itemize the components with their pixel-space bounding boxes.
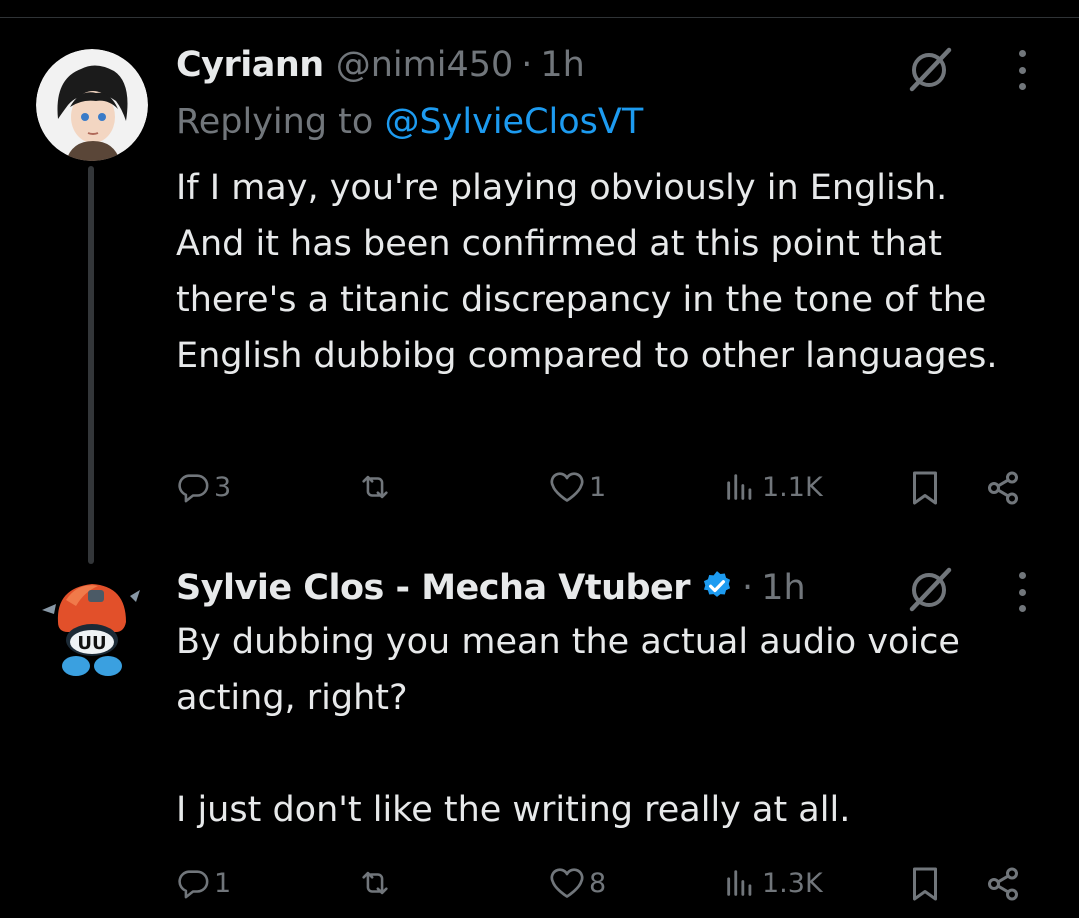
grok-icon[interactable]	[905, 44, 955, 94]
action-bar: 1 8 1.3K	[176, 866, 1036, 906]
views-icon	[727, 870, 752, 896]
reply-button[interactable]: 3	[176, 470, 231, 504]
views-button[interactable]: 1.3K	[722, 866, 823, 900]
user-handle[interactable]: @nimi450	[336, 45, 514, 85]
tweet-sylvie[interactable]: UU Sylvie Clos - Mecha Vtuber · 1h By du…	[0, 560, 1079, 918]
avatar[interactable]	[36, 49, 148, 161]
more-icon[interactable]	[1016, 572, 1028, 612]
mention-link[interactable]: @SylvieClosVT	[384, 102, 643, 142]
timestamp[interactable]: 1h	[761, 568, 805, 608]
action-bar: 3 1 1.1K	[176, 470, 1036, 510]
share-button[interactable]	[984, 470, 1022, 506]
views-icon	[727, 474, 752, 500]
grok-icon[interactable]	[905, 564, 955, 614]
retweet-icon	[362, 475, 388, 499]
bookmark-icon	[913, 867, 937, 901]
verified-badge-icon[interactable]	[700, 569, 734, 603]
reply-button[interactable]: 1	[176, 866, 231, 900]
view-count: 1.1K	[762, 471, 823, 503]
retweet-button[interactable]	[356, 866, 398, 900]
separator-dot: ·	[521, 45, 533, 85]
like-count: 8	[589, 867, 607, 899]
bookmark-icon	[913, 471, 937, 505]
avatar[interactable]: UU	[36, 570, 148, 682]
separator-dot: ·	[742, 568, 754, 608]
reply-count: 3	[214, 471, 232, 503]
more-icon[interactable]	[1016, 50, 1028, 90]
bookmark-button[interactable]	[909, 470, 941, 506]
share-button[interactable]	[984, 866, 1022, 902]
display-name[interactable]: Cyriann	[176, 45, 324, 85]
share-icon	[988, 471, 1018, 505]
timestamp[interactable]: 1h	[540, 45, 584, 85]
like-button[interactable]: 8	[549, 866, 606, 900]
views-button[interactable]: 1.1K	[722, 470, 823, 504]
share-icon	[988, 867, 1018, 901]
heart-icon	[550, 472, 584, 502]
retweet-icon	[362, 871, 388, 895]
replying-prefix: Replying to	[176, 102, 385, 142]
reply-icon	[178, 474, 209, 503]
tweet-header: Cyriann @nimi450 · 1h	[176, 45, 585, 85]
view-count: 1.3K	[762, 867, 823, 899]
heart-icon	[550, 868, 584, 898]
tweet-cyriann[interactable]: Cyriann @nimi450 · 1h Replying to @Sylvi…	[0, 0, 1079, 564]
replying-to: Replying to @SylvieClosVT	[176, 102, 643, 142]
reply-icon	[178, 870, 209, 899]
tweet-text: If I may, you're playing obviously in En…	[176, 168, 998, 376]
display-name[interactable]: Sylvie Clos - Mecha Vtuber	[176, 568, 691, 608]
thread-line	[88, 166, 94, 564]
reply-count: 1	[214, 867, 232, 899]
tweet-text: By dubbing you mean the actual audio voi…	[176, 622, 960, 830]
svg-text:UU: UU	[77, 633, 106, 654]
like-count: 1	[589, 471, 607, 503]
tweet-header: Sylvie Clos - Mecha Vtuber · 1h	[176, 565, 806, 608]
like-button[interactable]: 1	[549, 470, 606, 504]
bookmark-button[interactable]	[909, 866, 941, 902]
retweet-button[interactable]	[356, 470, 398, 504]
